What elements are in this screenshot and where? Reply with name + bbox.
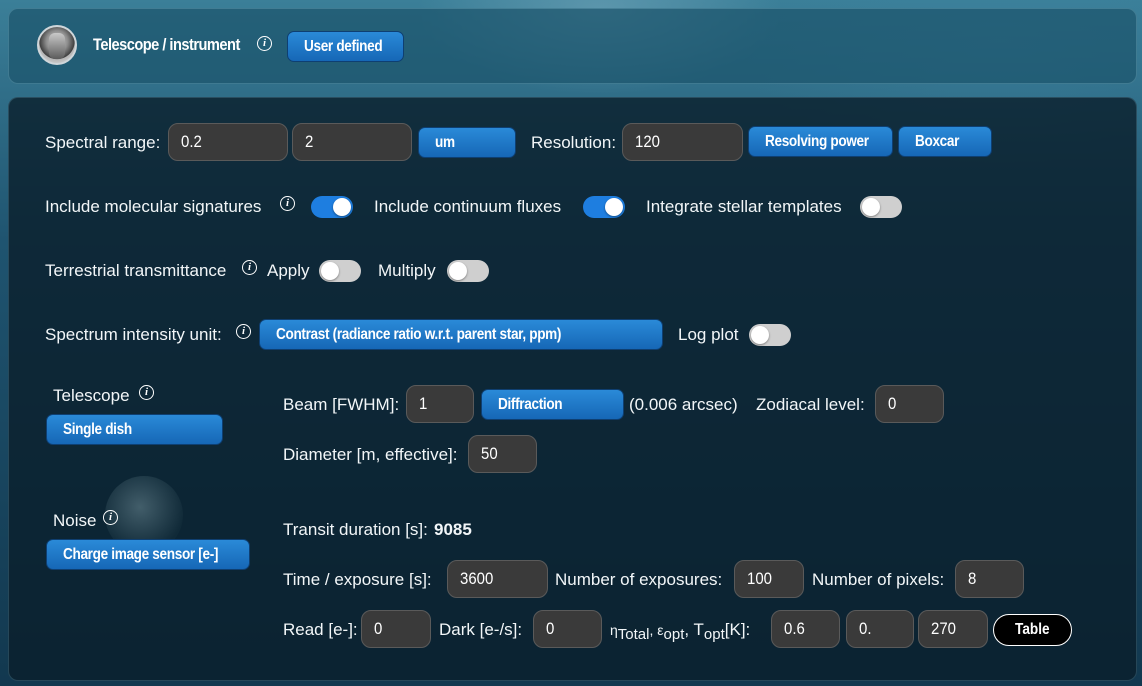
transit-label: Transit duration [s]:	[283, 520, 428, 539]
intensity-info-icon[interactable]: i	[236, 324, 251, 339]
eta-symbol: η	[610, 622, 618, 638]
diameter-input[interactable]: 50	[468, 435, 537, 473]
t-opt-input[interactable]: 270	[918, 610, 988, 648]
stellar-label: Integrate stellar templates	[646, 197, 842, 216]
n-exposures-label: Number of exposures:	[555, 570, 723, 589]
apply-label: Apply	[267, 261, 310, 280]
diameter-label: Diameter [m, effective]:	[283, 445, 458, 464]
spectral-unit-select[interactable]: um	[418, 127, 516, 158]
zodiacal-input[interactable]: 0	[875, 385, 944, 423]
multiply-label: Multiply	[378, 261, 436, 280]
eta-subscript: Total	[617, 626, 650, 643]
toggle-knob	[321, 262, 339, 280]
continuum-label: Include continuum fluxes	[374, 197, 562, 216]
n-exposures-input[interactable]: 100	[734, 560, 804, 598]
t-suffix: [K]:	[724, 620, 751, 639]
telescope-label: Telescope	[53, 386, 130, 405]
resolution-input[interactable]: 120	[622, 123, 743, 161]
beam-label: Beam [FWHM]:	[283, 395, 400, 414]
kernel-select[interactable]: Boxcar	[898, 126, 992, 157]
molecular-label: Include molecular signatures	[45, 197, 262, 216]
user-defined-button[interactable]: User defined	[287, 31, 404, 62]
beam-mode-select[interactable]: Diffraction	[481, 389, 624, 420]
log-plot-label: Log plot	[678, 325, 739, 344]
table-button[interactable]: Table	[993, 614, 1072, 646]
log-plot-toggle[interactable]	[749, 324, 791, 346]
terrestrial-label: Terrestrial transmittance	[45, 261, 227, 280]
beam-note: (0.006 arcsec)	[629, 395, 738, 414]
n-pixels-label: Number of pixels:	[812, 570, 945, 589]
toggle-knob	[605, 198, 623, 216]
t-subscript: opt	[703, 626, 725, 643]
eps-subscript: opt	[663, 626, 685, 643]
molecular-info-icon[interactable]: i	[280, 196, 295, 211]
toggle-knob	[751, 326, 769, 344]
page-title: Telescope / instrument	[93, 35, 240, 55]
dark-label: Dark [e-/s]:	[439, 620, 523, 639]
telescope-type-select[interactable]: Single dish	[46, 414, 223, 445]
toggle-knob	[333, 198, 351, 216]
noise-info-icon[interactable]: i	[103, 510, 118, 525]
resolution-label: Resolution:	[531, 133, 617, 152]
eps-opt-input[interactable]: 0.	[846, 610, 914, 648]
toggle-knob	[449, 262, 467, 280]
efficiency-label: ηTotal, εopt, Topt[K]:	[610, 620, 750, 643]
molecular-toggle[interactable]	[311, 196, 353, 218]
read-label: Read [e-]:	[283, 620, 358, 639]
spectral-range-label: Spectral range:	[45, 133, 161, 152]
intensity-label: Spectrum intensity unit:	[45, 325, 222, 344]
eps-symbol: , ε	[649, 622, 664, 638]
header-panel: Telescope / instrument i User defined	[8, 8, 1137, 84]
stellar-toggle[interactable]	[860, 196, 902, 218]
page-title-text: Telescope / instrument	[93, 35, 240, 54]
telescope-info-icon[interactable]: i	[139, 385, 154, 400]
multiply-toggle[interactable]	[447, 260, 489, 282]
telescope-icon	[49, 33, 65, 59]
spectral-max-input[interactable]: 2	[292, 123, 412, 161]
info-icon[interactable]: i	[257, 36, 272, 51]
exposure-time-label: Time / exposure [s]:	[283, 570, 432, 589]
dark-input[interactable]: 0	[533, 610, 602, 648]
terrestrial-info-icon[interactable]: i	[242, 260, 257, 275]
intensity-unit-select[interactable]: Contrast (radiance ratio w.r.t. parent s…	[259, 319, 663, 350]
noise-label: Noise	[53, 511, 97, 530]
main-panel: Spectral range: 0.2 2 um Resolution: 120…	[8, 97, 1137, 681]
exposure-time-input[interactable]: 3600	[447, 560, 548, 598]
spectral-min-input[interactable]: 0.2	[168, 123, 288, 161]
resolution-type-select[interactable]: Resolving power	[748, 126, 893, 157]
apply-toggle[interactable]	[319, 260, 361, 282]
continuum-toggle[interactable]	[583, 196, 625, 218]
t-symbol: , T	[684, 620, 704, 639]
transit-value: 9085	[434, 520, 472, 539]
noise-type-select[interactable]: Charge image sensor [e-]	[46, 539, 250, 570]
eta-total-input[interactable]: 0.6	[771, 610, 840, 648]
zodiacal-label: Zodiacal level:	[756, 395, 865, 414]
telescope-avatar	[37, 25, 77, 65]
user-defined-label: User defined	[304, 37, 383, 55]
toggle-knob	[862, 198, 880, 216]
n-pixels-input[interactable]: 8	[955, 560, 1024, 598]
read-input[interactable]: 0	[361, 610, 431, 648]
beam-input[interactable]: 1	[406, 385, 474, 423]
